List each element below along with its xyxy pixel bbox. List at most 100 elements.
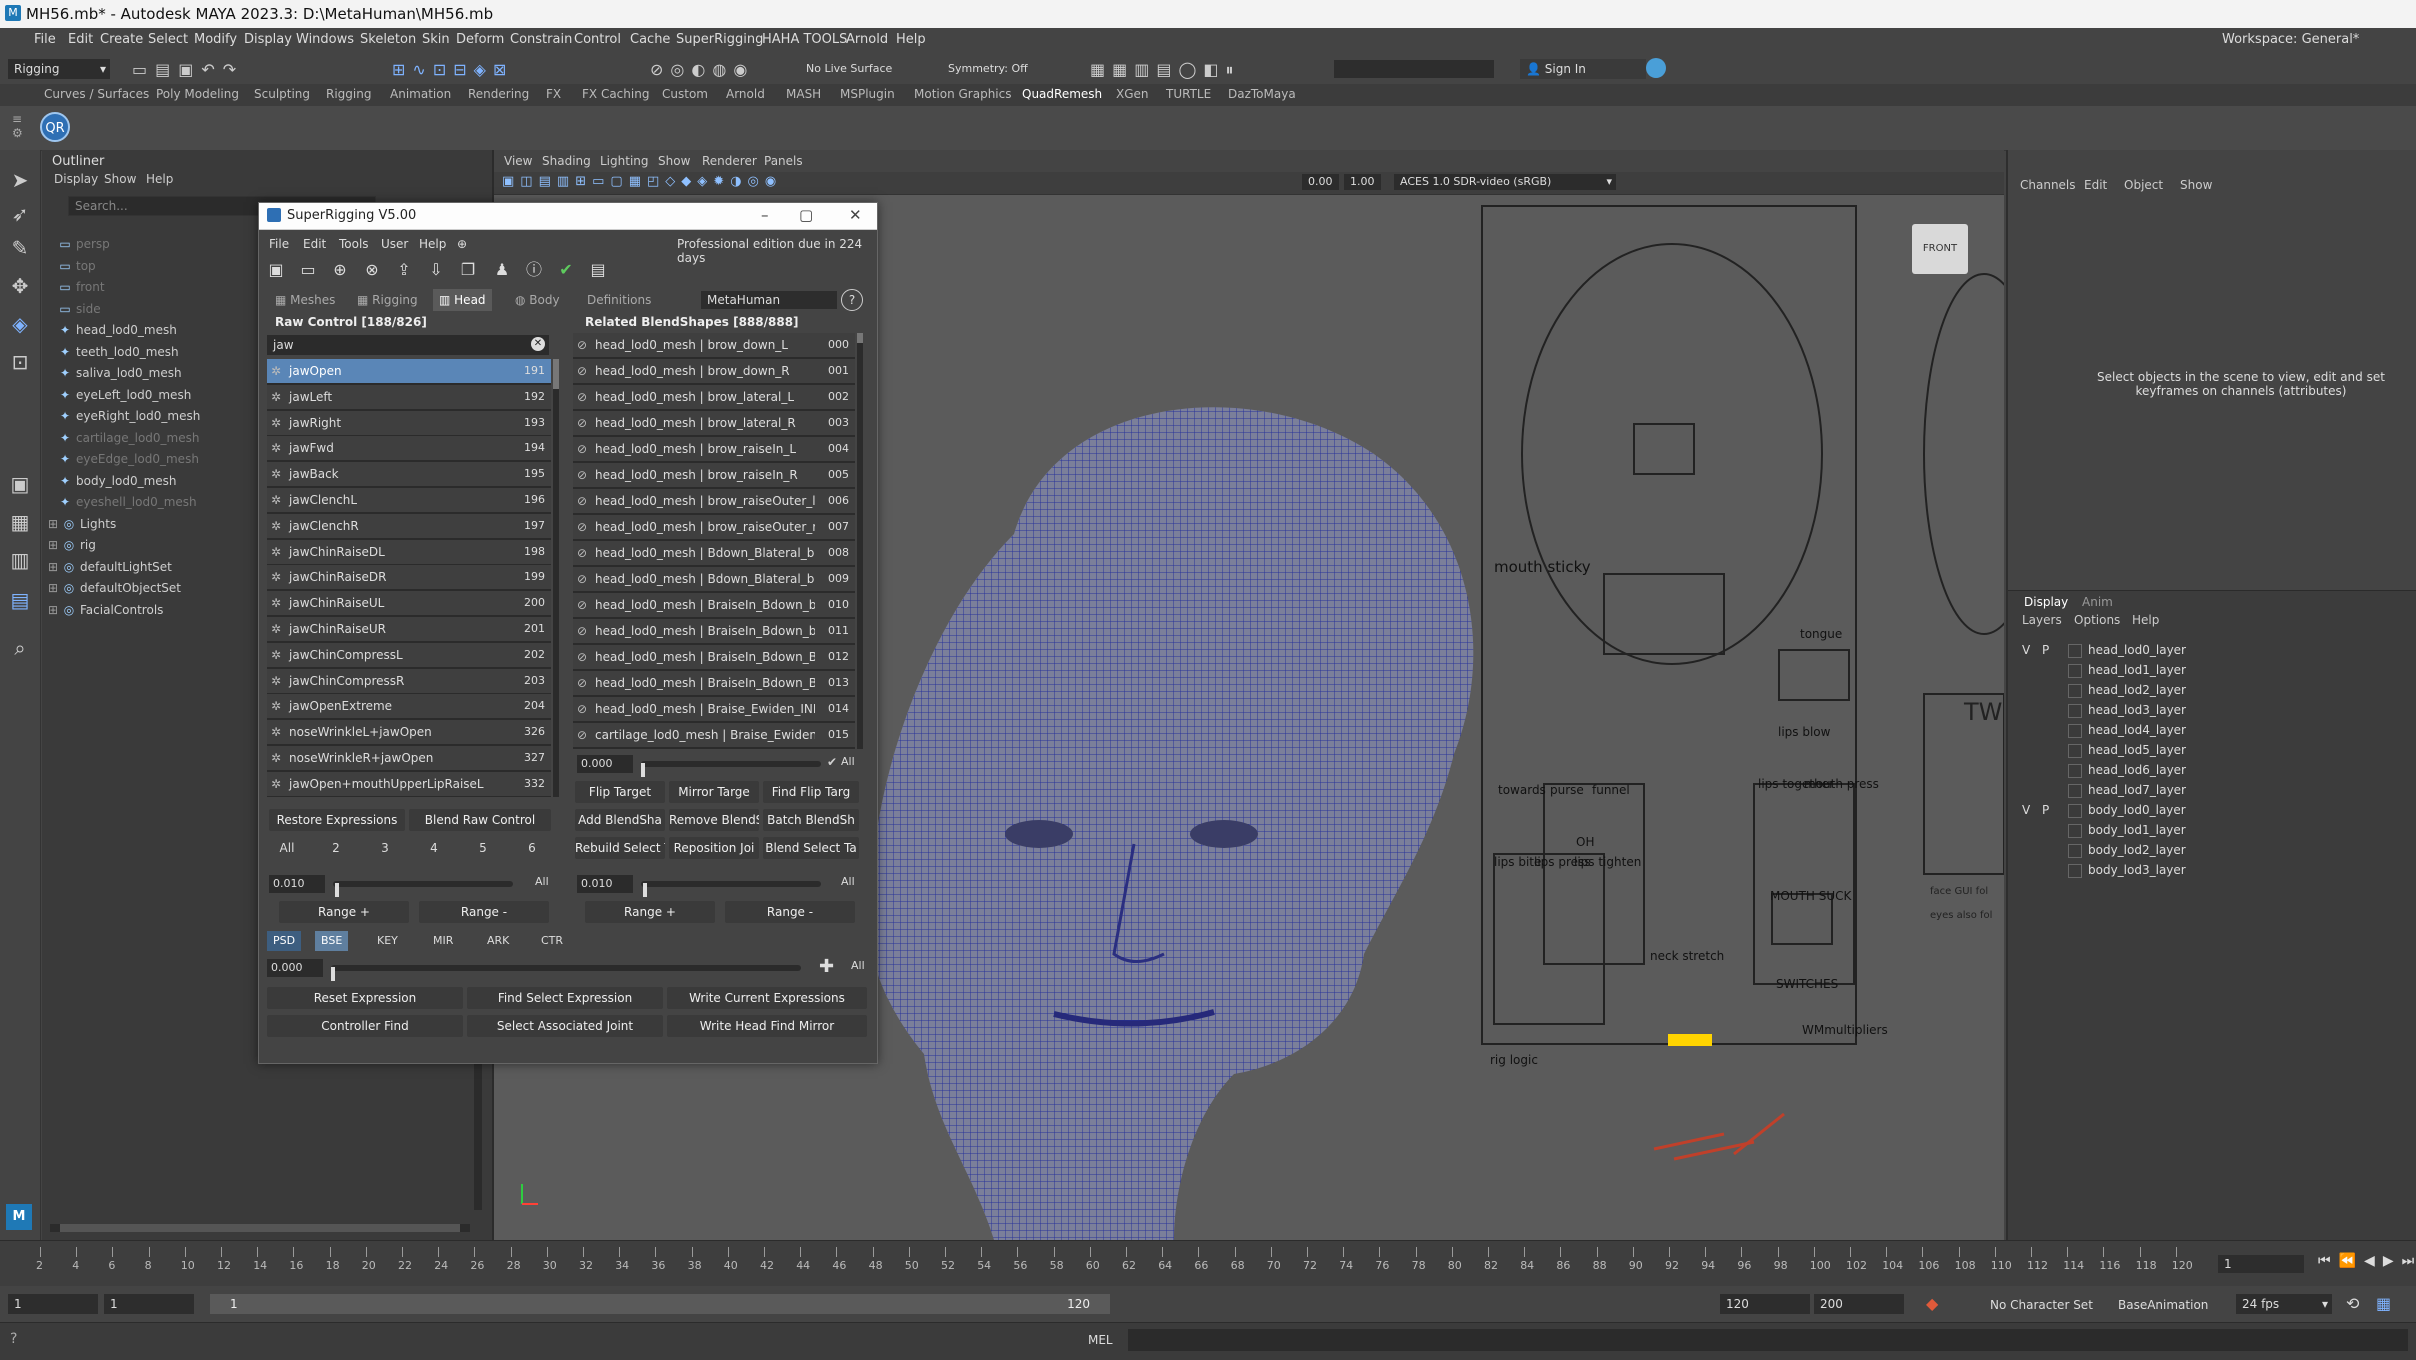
raw-control-row[interactable]: ✲ jawChinRaiseDR 199 xyxy=(267,565,551,592)
ipr-render-icon[interactable]: ◧ xyxy=(1203,60,1225,79)
menu-constrain[interactable]: Constrain xyxy=(510,32,572,47)
vp-menu-renderer[interactable]: Renderer xyxy=(702,154,757,168)
slider-thumb[interactable] xyxy=(335,883,339,897)
raw-control-row[interactable]: ✲ jawOpenExtreme 204 xyxy=(267,694,551,721)
vp-menu-view[interactable]: View xyxy=(504,154,532,168)
snap-live-icon[interactable]: ⊠ xyxy=(493,60,513,79)
count-button-4[interactable]: 4 xyxy=(412,837,456,859)
raw-control-row[interactable]: ✲ jawChinRaiseUL 200 xyxy=(267,591,551,618)
globe-icon[interactable]: ⊕ xyxy=(457,237,467,251)
history-icon[interactable]: ⊘ xyxy=(650,60,670,79)
layer-row[interactable]: head_lod6_layer xyxy=(2022,761,2402,780)
layer-row[interactable]: body_lod3_layer xyxy=(2022,861,2402,880)
bookmark-icon[interactable]: ▤ xyxy=(539,174,557,189)
right-weight-value[interactable]: 0.010 xyxy=(577,875,633,893)
copy-icon[interactable]: ❐ xyxy=(457,259,479,281)
range-plus-left-button[interactable]: Range + xyxy=(279,901,409,923)
textured-icon[interactable]: ◈ xyxy=(697,174,713,189)
help-icon[interactable]: ? xyxy=(841,289,863,311)
blendshape-row[interactable]: ⊘ head_lod0_mesh | brow_raiseOuter_left 00… xyxy=(573,489,855,515)
remove-link-icon[interactable]: ⊗ xyxy=(361,259,383,281)
layer-color-swatch[interactable] xyxy=(2068,864,2082,878)
layer-color-swatch[interactable] xyxy=(2068,824,2082,838)
channels-tab[interactable]: Channels xyxy=(2020,178,2076,192)
outliner-item[interactable]: ▭ top xyxy=(58,256,95,276)
menu-select[interactable]: Select xyxy=(148,32,188,47)
preset-dropdown[interactable]: MetaHuman xyxy=(701,291,837,309)
outliner-item[interactable]: ▭ persp xyxy=(58,234,109,254)
menu-deform[interactable]: Deform xyxy=(456,32,504,47)
sr-menu-file[interactable]: File xyxy=(269,237,289,251)
layer-playback-toggle[interactable]: P xyxy=(2042,801,2060,820)
ipr-icon[interactable]: ◐ xyxy=(691,60,712,79)
write-current-expressions-button[interactable]: Write Current Expressions xyxy=(667,987,867,1009)
facial-control-board[interactable] xyxy=(1481,205,1857,1046)
count-button-5[interactable]: 5 xyxy=(461,837,505,859)
count-button-2[interactable]: 2 xyxy=(314,837,358,859)
count-button-3[interactable]: 3 xyxy=(363,837,407,859)
layer-color-swatch[interactable] xyxy=(2068,784,2082,798)
blend-list-scrollbar[interactable] xyxy=(857,333,863,749)
redo-icon[interactable]: ↷ xyxy=(223,60,244,79)
layout-twoside-icon[interactable]: ▥ xyxy=(6,546,34,574)
raw-control-row[interactable]: ✲ jawClenchL 196 xyxy=(267,488,551,514)
blend-raw-control-button[interactable]: Blend Raw Control xyxy=(409,809,551,831)
lights-icon[interactable]: ✹ xyxy=(713,174,730,189)
anim-layer-dropdown[interactable]: BaseAnimation xyxy=(2118,1298,2208,1312)
time-slider[interactable]: 2 4 6 8 10 12 14 16 18 20 22 24 26 28 30 32 34 36 38 40 42 44… xyxy=(0,1240,2416,1287)
snap-curve-icon[interactable]: ∿ xyxy=(412,60,432,79)
blendshape-row[interactable]: ⊘ head_lod0_mesh | BraiseIn_Bdown_Blatera… xyxy=(573,645,855,671)
mirror-target-button[interactable]: Mirror Targe xyxy=(669,781,759,803)
reset-expression-button[interactable]: Reset Expression xyxy=(267,987,463,1009)
right-weight-slider[interactable]: 0.010 All xyxy=(577,875,863,897)
open-scene-icon[interactable]: ▤ xyxy=(155,60,178,79)
raw-control-row[interactable]: ✲ jawFwd 194 xyxy=(267,436,551,463)
search-icon[interactable]: ⌕ xyxy=(6,634,34,662)
close-icon[interactable]: ✕ xyxy=(849,206,862,224)
count-button-all[interactable]: All xyxy=(265,837,309,859)
layout-four-icon[interactable]: ▦ xyxy=(6,508,34,536)
loop-icon[interactable]: ⟲ xyxy=(2346,1294,2359,1313)
playback-start-field[interactable]: 1 xyxy=(104,1294,194,1314)
layer-color-swatch[interactable] xyxy=(2068,764,2082,778)
shelf-tab-rigging[interactable]: Rigging xyxy=(326,87,371,101)
new-scene-icon[interactable]: ▭ xyxy=(132,60,155,79)
outliner-hscrollbar[interactable] xyxy=(50,1224,470,1232)
layer-row[interactable]: body_lod2_layer xyxy=(2022,841,2402,860)
snap-view-icon[interactable]: ⊟ xyxy=(453,60,473,79)
outliner-item[interactable]: ✦ head_lod0_mesh xyxy=(58,320,177,340)
layer-playback-toggle[interactable]: P xyxy=(2042,641,2060,660)
raw-control-row[interactable]: ✲ jawClenchR 197 xyxy=(267,513,551,540)
outliner-item[interactable]: ✦ cartilage_lod0_mesh xyxy=(58,428,200,448)
expression-weight-slider[interactable]: 0.000 ✚ All xyxy=(267,956,867,981)
layout-side-icon[interactable]: ▥ xyxy=(1134,60,1156,79)
layout-single-icon[interactable]: ▣ xyxy=(6,470,34,498)
go-end-icon[interactable]: ⏭ xyxy=(2402,1253,2416,1269)
blend-weight-value[interactable]: 0.000 xyxy=(577,755,633,773)
image-plane-icon[interactable]: ▥ xyxy=(557,174,575,189)
render-settings-icon[interactable]: ◍ xyxy=(712,60,733,79)
colorspace-dropdown[interactable]: ACES 1.0 SDR-video (sRGB) ▾ xyxy=(1394,174,1616,190)
outliner-item[interactable]: ✦ eyeRight_lod0_mesh xyxy=(58,406,200,426)
shelf-tab-custom[interactable]: Custom xyxy=(662,87,708,101)
symmetry-dropdown[interactable]: Symmetry: Off xyxy=(948,62,1028,75)
slider-thumb[interactable] xyxy=(641,763,645,777)
shelf-tab-turtle[interactable]: TURTLE xyxy=(1166,87,1211,101)
shelf-tab-arnold[interactable]: Arnold xyxy=(726,87,765,101)
show-tab[interactable]: Show xyxy=(2180,178,2212,192)
raw-control-row[interactable]: ✲ jawChinCompressR 203 xyxy=(267,668,551,695)
add-link-icon[interactable]: ⊕ xyxy=(329,259,351,281)
sign-in-button[interactable]: 👤 Sign In xyxy=(1520,59,1646,79)
layer-color-swatch[interactable] xyxy=(2068,724,2082,738)
shelf-tab-rendering[interactable]: Rendering xyxy=(468,87,529,101)
raw-control-row[interactable]: ✲ jawLeft 192 xyxy=(267,384,551,411)
exposure-field[interactable]: 0.00 xyxy=(1302,174,1339,190)
render-frame-icon[interactable]: ◯ xyxy=(1179,60,1204,79)
layer-color-swatch[interactable] xyxy=(2068,804,2082,818)
person-icon[interactable]: ♟ xyxy=(491,259,513,281)
scene-start-field[interactable]: 1 xyxy=(8,1294,98,1314)
blendshape-row[interactable]: ⊘ head_lod0_mesh | BraiseIn_Bdown_Blatera… xyxy=(573,671,855,697)
range-bar[interactable]: 1 120 xyxy=(210,1294,1110,1314)
prev-key-icon[interactable]: ◀ xyxy=(2364,1253,2383,1269)
scene-end-field[interactable]: 200 xyxy=(1814,1294,1904,1314)
